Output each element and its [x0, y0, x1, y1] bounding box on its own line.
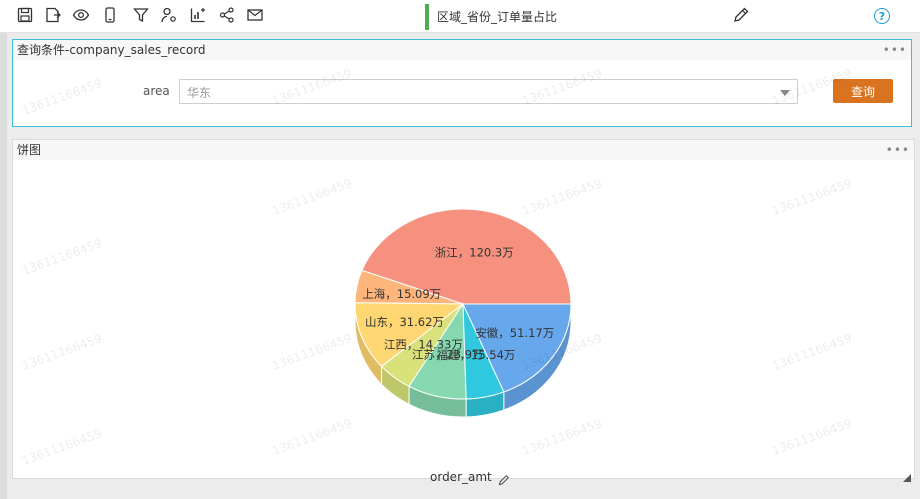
edit-measure-icon[interactable] [498, 471, 510, 486]
pie-label-山东: 山东，31.62万 [365, 315, 444, 329]
chart-panel-title: 饼图 [17, 143, 42, 157]
document-title: 区域_省份_订单量占比 [437, 10, 558, 24]
pie-label-上海: 上海，15.09万 [362, 287, 441, 301]
help-icon[interactable]: ? [874, 8, 890, 24]
mobile-icon[interactable] [101, 6, 119, 24]
area-select[interactable]: 华东 [179, 79, 798, 104]
query-button[interactable]: 查询 [833, 79, 893, 103]
pie-label-福建: 福建，15.54万 [436, 348, 515, 362]
query-panel-menu-icon[interactable]: ••• [883, 40, 907, 60]
query-panel-header: 查询条件-company_sales_record ••• [13, 40, 911, 60]
pie-label-安徽: 安徽，51.17万 [475, 326, 554, 340]
mail-icon[interactable] [246, 6, 264, 24]
left-gutter [0, 33, 7, 499]
edit-title-icon[interactable] [732, 6, 750, 24]
chart-add-icon[interactable] [189, 6, 207, 24]
chevron-down-icon [780, 90, 790, 96]
chart-panel: 饼图 ••• 浙江，120.3万 上海，15.09万 山东，31.62万 江西，14.… [12, 139, 915, 486]
area-select-value: 华东 [187, 86, 212, 100]
filter-icon[interactable] [132, 6, 150, 24]
chart-panel-menu-icon[interactable]: ••• [886, 140, 910, 160]
resize-handle-icon[interactable] [903, 467, 911, 482]
area-label: area [143, 84, 170, 98]
toolbar: 区域_省份_订单量占比 ? [0, 0, 920, 33]
user-settings-icon[interactable] [160, 6, 178, 24]
query-panel-title: 查询条件-company_sales_record [17, 43, 206, 57]
measure-label: order_amt [430, 470, 492, 484]
query-panel: 查询条件-company_sales_record ••• area 华东 查询 [12, 39, 912, 127]
title-marker [425, 4, 429, 30]
save-icon[interactable] [16, 6, 34, 24]
chart-panel-header: 饼图 ••• [13, 140, 914, 160]
pie-label-浙江: 浙江，120.3万 [435, 246, 514, 260]
pie-chart: 浙江，120.3万上海，15.09万山东，31.62万江西，14.33万江苏，2… [354, 208, 572, 418]
pie-chart-area: 浙江，120.3万 上海，15.09万 山东，31.62万 江西，14.33万 江苏，2… [13, 160, 914, 486]
save-as-icon[interactable] [44, 6, 62, 24]
share-icon[interactable] [218, 6, 236, 24]
preview-icon[interactable] [72, 6, 90, 24]
